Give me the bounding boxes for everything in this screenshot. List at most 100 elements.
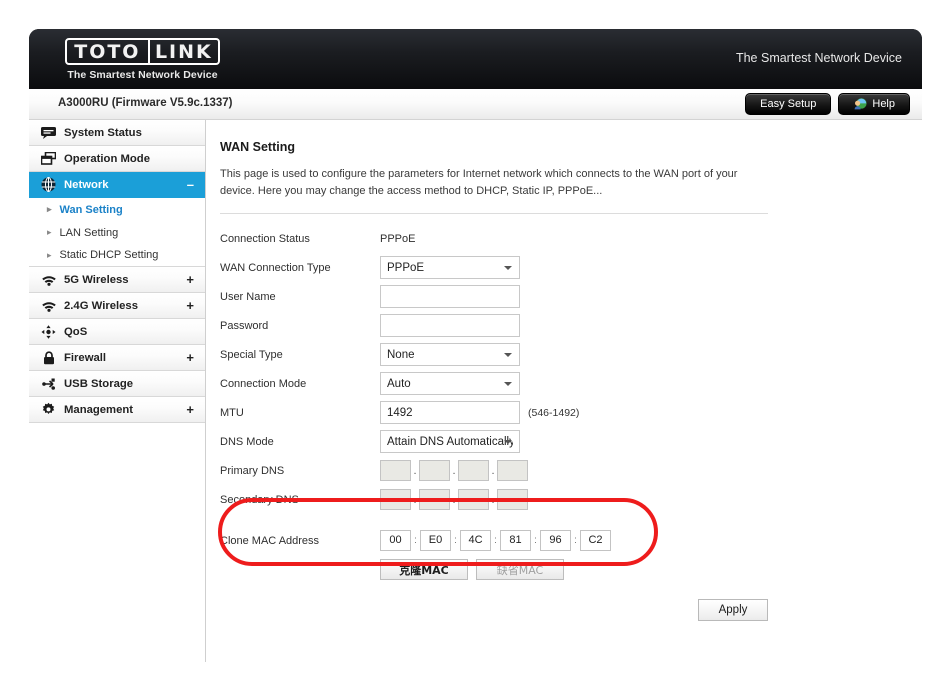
mac-separator: : xyxy=(494,535,497,547)
chevron-right-icon: ▸ xyxy=(47,227,52,237)
sidebar-sub-label: Wan Setting xyxy=(59,203,123,216)
chevron-right-icon: ▸ xyxy=(47,249,52,260)
dns-separator: . xyxy=(413,493,417,506)
mac-octet-6[interactable]: C2 xyxy=(580,530,611,552)
model-firmware-label: A3000RU (Firmware V5.9c.1337) xyxy=(58,97,233,109)
chevron-down-icon xyxy=(504,381,512,386)
logo-text-toto: TOTO xyxy=(67,40,150,63)
sidebar-label: 5G Wireless xyxy=(64,273,129,286)
dns-mode-label: DNS Mode xyxy=(220,435,274,448)
mac-action-buttons: 克隆MAC 缺省MAC xyxy=(380,559,898,581)
help-globe-icon xyxy=(853,97,867,111)
secondary-dns-octet-1[interactable] xyxy=(380,489,411,511)
sidebar-label: QoS xyxy=(64,325,88,338)
clone-mac-button[interactable]: 克隆MAC xyxy=(380,559,468,581)
mac-separator: : xyxy=(574,535,577,547)
sidebar-label: Network xyxy=(64,178,109,191)
wan-connection-type-value: PPPoE xyxy=(387,261,425,274)
row-dns-mode: DNS Mode Attain DNS Automatically xyxy=(220,428,898,455)
connection-mode-label: Connection Mode xyxy=(220,377,307,390)
row-password: Password xyxy=(220,312,898,339)
user-name-input[interactable] xyxy=(380,285,520,309)
wifi-icon xyxy=(40,272,57,287)
sidebar-item-usb-storage[interactable]: USB Storage xyxy=(29,371,205,397)
primary-dns-octet-3[interactable] xyxy=(458,460,489,482)
password-input[interactable] xyxy=(380,314,520,338)
sidebar-item-operation-mode[interactable]: Operation Mode xyxy=(29,146,205,172)
connection-mode-select[interactable]: Auto xyxy=(380,372,520,396)
dns-separator: . xyxy=(491,493,495,506)
wan-connection-type-label: WAN Connection Type xyxy=(220,261,331,274)
sidebar-expander: + xyxy=(186,272,194,287)
password-label: Password xyxy=(220,319,269,332)
sidebar-label: Firewall xyxy=(64,351,107,364)
mtu-input[interactable] xyxy=(380,401,520,425)
primary-dns-label: Primary DNS xyxy=(220,464,285,477)
row-wan-connection-type: WAN Connection Type PPPoE xyxy=(220,254,898,281)
globe-icon xyxy=(40,177,57,192)
primary-dns-octet-4[interactable] xyxy=(497,460,528,482)
mac-octet-5[interactable]: 96 xyxy=(540,530,571,552)
sidebar-item-firewall[interactable]: Firewall + xyxy=(29,345,205,371)
row-clone-mac-address: Clone MAC Address 00 : E0 : 4C : 81 : 96… xyxy=(220,527,898,554)
dns-separator: . xyxy=(491,464,495,477)
sidebar-item-static-dhcp-setting[interactable]: ▸ Static DHCP Setting xyxy=(29,244,205,267)
secondary-dns-octet-2[interactable] xyxy=(419,489,450,511)
chevron-down-icon xyxy=(504,265,512,270)
row-special-type: Special Type None xyxy=(220,341,898,368)
dns-separator: . xyxy=(452,493,456,506)
mtu-range-hint: (546-1492) xyxy=(528,406,580,419)
dns-separator: . xyxy=(452,464,456,477)
dns-mode-select[interactable]: Attain DNS Automatically xyxy=(380,430,520,454)
row-mtu: MTU (546-1492) xyxy=(220,399,898,426)
sidebar-sub-label: Static DHCP Setting xyxy=(59,249,159,261)
primary-dns-octet-1[interactable] xyxy=(380,460,411,482)
special-type-label: Special Type xyxy=(220,348,283,361)
apply-button[interactable]: Apply xyxy=(698,599,768,622)
sidebar-item-wan-setting[interactable]: ▸ Wan Setting xyxy=(29,198,205,221)
default-mac-button[interactable]: 缺省MAC xyxy=(476,559,564,581)
windows-icon xyxy=(40,151,57,166)
clone-mac-address-label: Clone MAC Address xyxy=(220,534,320,547)
sidebar-item-5g-wireless[interactable]: 5G Wireless + xyxy=(29,267,205,293)
row-primary-dns: Primary DNS . . . xyxy=(220,457,898,484)
model-bar: A3000RU (Firmware V5.9c.1337) Easy Setup xyxy=(29,89,922,120)
mac-octet-2[interactable]: E0 xyxy=(420,530,451,552)
sidebar-item-lan-setting[interactable]: ▸ LAN Setting xyxy=(29,221,205,244)
sidebar-item-network[interactable]: Network – xyxy=(29,172,205,198)
logo-tagline: The Smartest Network Device xyxy=(67,69,218,81)
sidebar-item-qos[interactable]: QoS xyxy=(29,319,205,345)
dns-separator: . xyxy=(413,464,417,477)
gear-icon xyxy=(40,402,57,417)
help-label: Help xyxy=(872,98,895,110)
primary-dns-octet-2[interactable] xyxy=(419,460,450,482)
clone-mac-octets: 00 : E0 : 4C : 81 : 96 : C2 xyxy=(380,530,611,552)
chevron-down-icon xyxy=(504,352,512,357)
main-content: WAN Setting This page is used to configu… xyxy=(206,120,922,662)
user-name-label: User Name xyxy=(220,290,276,303)
sidebar-item-system-status[interactable]: System Status xyxy=(29,120,205,146)
mac-separator: : xyxy=(414,535,417,547)
sidebar-label: Management xyxy=(64,403,134,416)
screenshot-root: TOTO LINK The Smartest Network Device Th… xyxy=(0,0,950,689)
secondary-dns-octet-4[interactable] xyxy=(497,489,528,511)
sidebar-expander: – xyxy=(186,177,194,192)
mac-octet-3[interactable]: 4C xyxy=(460,530,491,552)
sidebar-item-management[interactable]: Management + xyxy=(29,397,205,423)
sidebar-item-24g-wireless[interactable]: 2.4G Wireless + xyxy=(29,293,205,319)
help-button[interactable]: Help xyxy=(838,93,910,115)
special-type-select[interactable]: None xyxy=(380,343,520,367)
connection-status-label: Connection Status xyxy=(220,232,310,245)
sidebar-label: USB Storage xyxy=(64,377,134,390)
secondary-dns-octet-3[interactable] xyxy=(458,489,489,511)
chevron-down-icon xyxy=(504,439,512,444)
easy-setup-label: Easy Setup xyxy=(760,98,817,110)
row-secondary-dns: Secondary DNS . . . xyxy=(220,486,898,513)
mac-octet-1[interactable]: 00 xyxy=(380,530,411,552)
mac-octet-4[interactable]: 81 xyxy=(500,530,531,552)
sidebar-nav: System Status Operation Mode Network – ▸… xyxy=(29,120,206,662)
divider xyxy=(220,213,768,215)
dns-mode-value: Attain DNS Automatically xyxy=(387,435,513,448)
wan-connection-type-select[interactable]: PPPoE xyxy=(380,256,520,280)
easy-setup-button[interactable]: Easy Setup xyxy=(745,93,832,115)
